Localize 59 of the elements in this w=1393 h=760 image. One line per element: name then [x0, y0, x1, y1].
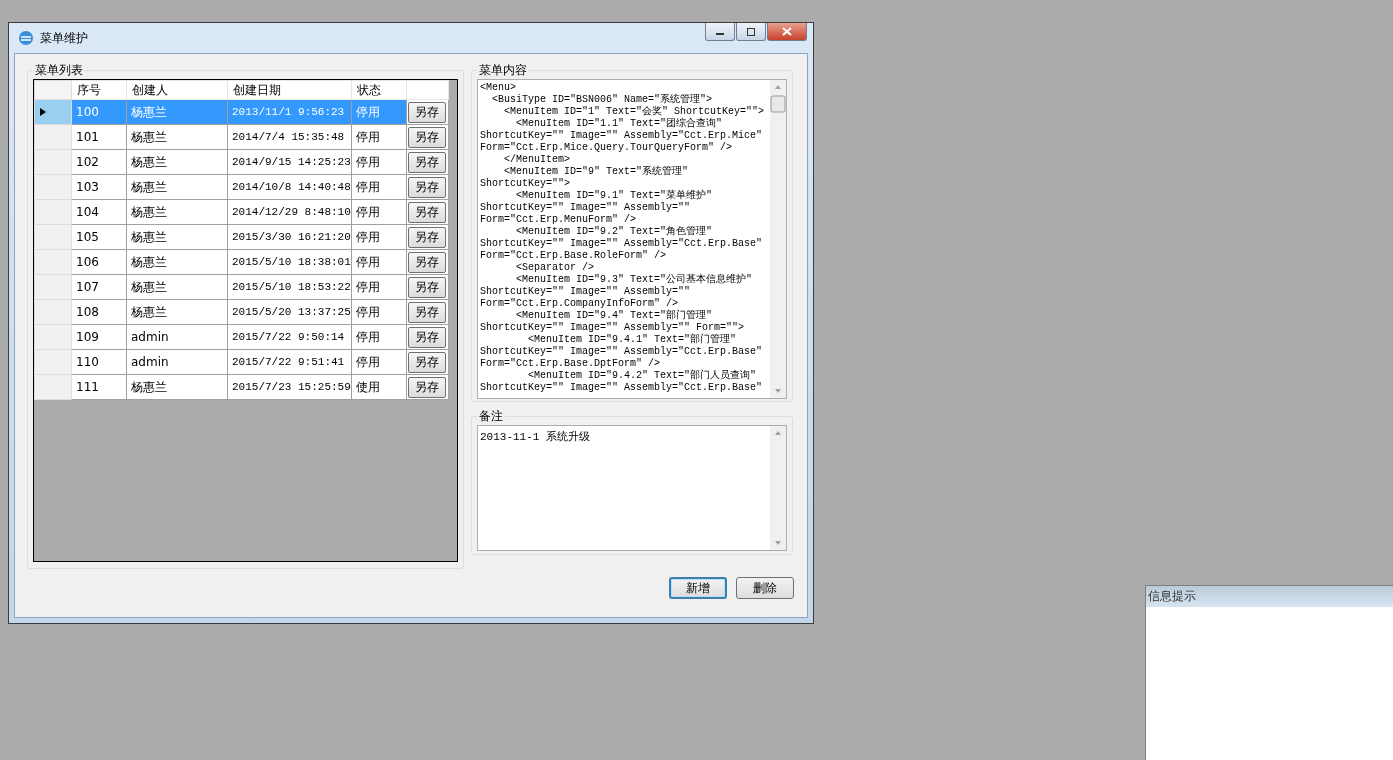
- table-cell: 2014/10/8 14:40:48: [227, 174, 352, 200]
- save-as-button[interactable]: 另存: [407, 376, 446, 398]
- table-cell: 杨惠兰: [126, 249, 228, 275]
- table-cell: 杨惠兰: [126, 124, 228, 150]
- app-icon: [18, 30, 34, 46]
- table-cell: 2015/7/23 15:25:59: [227, 374, 352, 400]
- scrollbar-drawing[interactable]: [770, 426, 786, 550]
- table-cell: 2014/12/29 8:48:10: [227, 199, 352, 225]
- table-cell: 2014/7/4 15:35:48: [227, 124, 352, 150]
- table-cell: 杨惠兰: [126, 274, 228, 300]
- table-cell: 2014/9/15 14:25:23: [227, 149, 352, 175]
- save-as-button[interactable]: 另存: [407, 176, 446, 198]
- save-as-button[interactable]: 另存: [407, 351, 446, 373]
- group-title: 菜单内容: [478, 62, 528, 79]
- table-cell: 杨惠兰: [126, 299, 228, 325]
- column-header[interactable]: 序号: [71, 80, 127, 100]
- table-cell: 杨惠兰: [126, 224, 228, 250]
- row-header[interactable]: [34, 99, 72, 125]
- table-cell: 杨惠兰: [126, 374, 228, 400]
- save-as-button[interactable]: 另存: [407, 326, 446, 348]
- maximize-icon: [746, 27, 756, 36]
- table-cell: admin: [126, 349, 228, 375]
- remarks-field[interactable]: 2013-11-1 系统升级: [477, 425, 787, 551]
- save-as-button[interactable]: 另存: [407, 101, 446, 123]
- window-title: 菜单维护: [40, 29, 88, 47]
- close-button[interactable]: [767, 23, 807, 41]
- menu-content-field[interactable]: <Menu> <BusiType ID="BSN006" Name="系统管理"> <MenuItem ID="1" Text="会奖" ShortcutKey=""> <MenuItem ID="1.1" Text="团综合查询" ShortcutKey="" Image="" Assembly="Cct.Erp.Mice" Form="Cct.Erp.Mice.Query.TourQueryForm" /> </MenuItem> <MenuItem ID="9" Text="系统管理" ShortcutKey=""> <MenuItem ID="9.1" Text="菜单维护" ShortcutKey="" Image="" Assembly="" Form="Cct.Erp.MenuForm" /> <MenuItem ID="9.2" Text="角色管理" ShortcutKey="" Image="" Assembly="Cct.Erp.Base" Form="Cct.Erp.Base.RoleForm" /> <Separator /> <MenuItem ID="9.3" Text="公司基本信息维护" ShortcutKey="" Image="" Assembly="" Form="Cct.Erp.CompanyInfoForm" /> <MenuItem ID="9.4" Text="部门管理" ShortcutKey="" Image="" Assembly="" Form=""> <MenuItem ID="9.4.1" Text="部门管理" ShortcutKey="" Image="" Assembly="Cct.Erp.Base" Form="Cct.Erp.Base.DptForm" /> <MenuItem ID="9.4.2" Text="部门人员查询" ShortcutKey="" Image="" Assembly="Cct.Erp.Base": [477, 79, 787, 399]
- group-title: 备注: [478, 408, 504, 425]
- table-cell: 2015/5/10 18:38:01: [227, 249, 352, 275]
- save-as-button[interactable]: 另存: [407, 226, 446, 248]
- current-row-icon: [39, 107, 47, 117]
- save-as-button[interactable]: 另存: [407, 151, 446, 173]
- delete-button[interactable]: 删除: [736, 577, 794, 599]
- table-cell: 杨惠兰: [126, 199, 228, 225]
- group-title: 菜单列表: [34, 62, 84, 79]
- maximize-button[interactable]: [736, 23, 766, 41]
- save-as-button[interactable]: 另存: [407, 251, 446, 273]
- add-button[interactable]: 新增: [669, 577, 727, 599]
- column-header[interactable]: 状态: [351, 80, 407, 100]
- table-cell: 2015/3/30 16:21:20: [227, 224, 352, 250]
- minimize-button[interactable]: [705, 23, 735, 41]
- table-cell: 2015/7/22 9:51:41: [227, 349, 352, 375]
- save-as-button[interactable]: 另存: [407, 201, 446, 223]
- table-cell: 2015/7/22 9:50:14: [227, 324, 352, 350]
- save-as-button[interactable]: 另存: [407, 301, 446, 323]
- table-cell: 2015/5/10 18:53:22: [227, 274, 352, 300]
- table-cell: 杨惠兰: [126, 149, 228, 175]
- table-cell: admin: [126, 324, 228, 350]
- column-header[interactable]: 创建人: [126, 80, 228, 100]
- close-icon: [782, 27, 792, 36]
- table-cell: 2013/11/1 9:56:23: [227, 99, 352, 125]
- info-window-title: 信息提示: [1146, 586, 1393, 607]
- save-as-button[interactable]: 另存: [407, 126, 446, 148]
- scrollbar-drawing[interactable]: [770, 80, 786, 398]
- table-cell: 杨惠兰: [126, 174, 228, 200]
- table-cell: 杨惠兰: [126, 99, 228, 125]
- column-header[interactable]: 创建日期: [227, 80, 352, 100]
- table-cell: 2015/5/20 13:37:25: [227, 299, 352, 325]
- save-as-button[interactable]: 另存: [407, 276, 446, 298]
